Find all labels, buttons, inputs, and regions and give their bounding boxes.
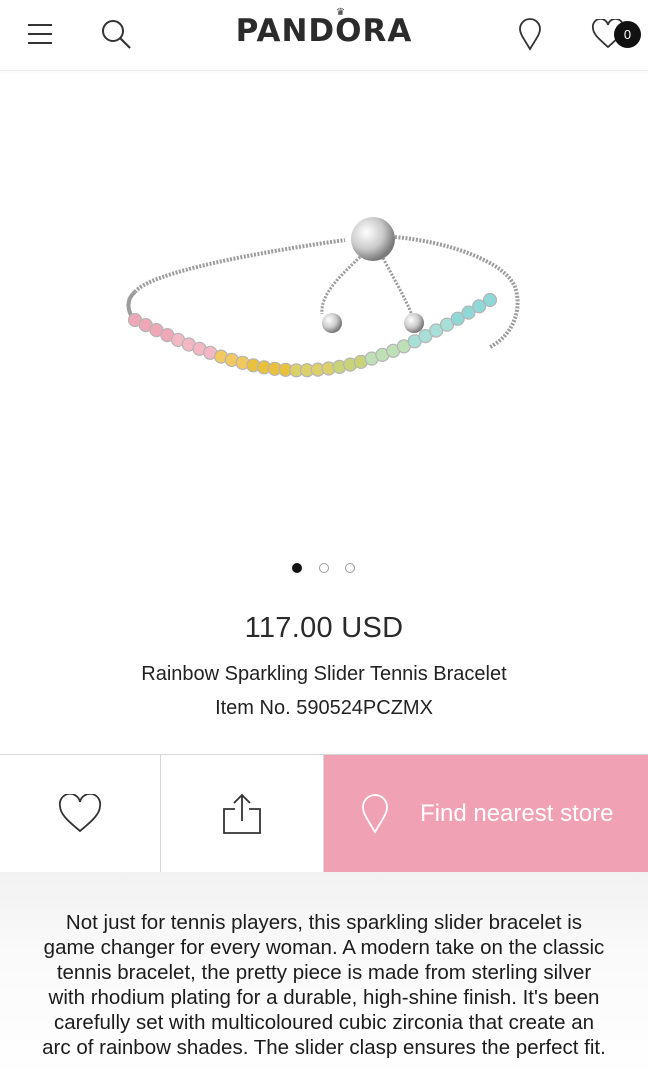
crown-icon: ♛ xyxy=(336,7,346,18)
bracelet-stone xyxy=(482,292,498,308)
product-image[interactable] xyxy=(0,72,648,552)
location-pin-icon xyxy=(360,793,390,834)
brand-name: PANDORA xyxy=(235,13,413,49)
product-price: 117.00 USD xyxy=(244,612,404,644)
product-action-bar: Find nearest store xyxy=(0,754,648,873)
wishlist-count-badge: 0 xyxy=(614,21,641,48)
carousel-dot-2[interactable] xyxy=(319,563,329,573)
location-pin-icon[interactable] xyxy=(510,14,550,54)
bracelet-image xyxy=(126,217,520,378)
share-icon xyxy=(223,793,261,834)
image-carousel-dots xyxy=(0,563,648,575)
add-to-wishlist-button[interactable] xyxy=(0,755,161,872)
bracelet-stones xyxy=(127,292,498,378)
brand-logo[interactable]: ♛ PANDORA xyxy=(0,7,648,49)
find-nearest-store-button[interactable]: Find nearest store xyxy=(324,755,648,872)
description-section: Not just for tennis players, this sparkl… xyxy=(0,872,648,1080)
top-navigation-bar: ♛ PANDORA 0 xyxy=(0,0,648,71)
product-name: Rainbow Sparkling Slider Tennis Bracelet xyxy=(141,663,507,685)
find-store-label: Find nearest store xyxy=(420,799,614,827)
carousel-dot-3[interactable] xyxy=(345,563,355,573)
carousel-dot-1[interactable] xyxy=(292,563,302,573)
share-button[interactable] xyxy=(161,755,324,872)
item-number: Item No. 590524PCZMX xyxy=(215,697,433,719)
heart-icon xyxy=(58,793,102,832)
product-description: Not just for tennis players, this sparkl… xyxy=(42,911,606,1059)
